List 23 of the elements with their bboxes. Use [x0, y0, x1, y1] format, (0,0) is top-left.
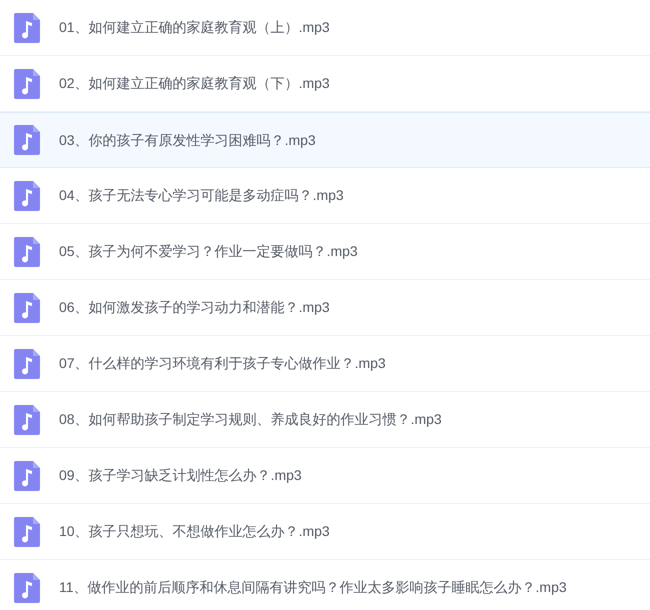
file-name: 01、如何建立正确的家庭教育观（上）.mp3: [59, 18, 330, 37]
music-file-icon: [14, 68, 40, 98]
file-name: 03、你的孩子有原发性学习困难吗？.mp3: [59, 130, 316, 150]
music-file-icon: [14, 180, 40, 210]
music-file-icon: [14, 516, 40, 546]
file-name: 08、如何帮助孩子制定学习规则、养成良好的作业习惯？.mp3: [59, 410, 442, 429]
music-file-icon: [14, 348, 40, 378]
file-name: 02、如何建立正确的家庭教育观（下）.mp3: [59, 74, 330, 93]
music-file-icon: [14, 404, 40, 434]
music-file-icon: [14, 125, 40, 155]
file-name: 11、做作业的前后顺序和休息间隔有讲究吗？作业太多影响孩子睡眠怎么办？.mp3: [59, 578, 567, 597]
music-file-icon: [14, 572, 40, 602]
file-name: 10、孩子只想玩、不想做作业怎么办？.mp3: [59, 522, 330, 541]
file-name: 07、什么样的学习环境有利于孩子专心做作业？.mp3: [59, 354, 386, 373]
file-row[interactable]: 03、你的孩子有原发性学习困难吗？.mp3: [0, 112, 650, 168]
file-name: 05、孩子为何不爱学习？作业一定要做吗？.mp3: [59, 242, 358, 261]
music-file-icon: [14, 460, 40, 490]
file-name: 04、孩子无法专心学习可能是多动症吗？.mp3: [59, 186, 344, 205]
music-file-icon: [14, 236, 40, 266]
file-name: 06、如何激发孩子的学习动力和潜能？.mp3: [59, 298, 330, 317]
file-name: 09、孩子学习缺乏计划性怎么办？.mp3: [59, 466, 302, 485]
music-file-icon: [14, 12, 40, 42]
music-file-icon: [14, 292, 40, 322]
